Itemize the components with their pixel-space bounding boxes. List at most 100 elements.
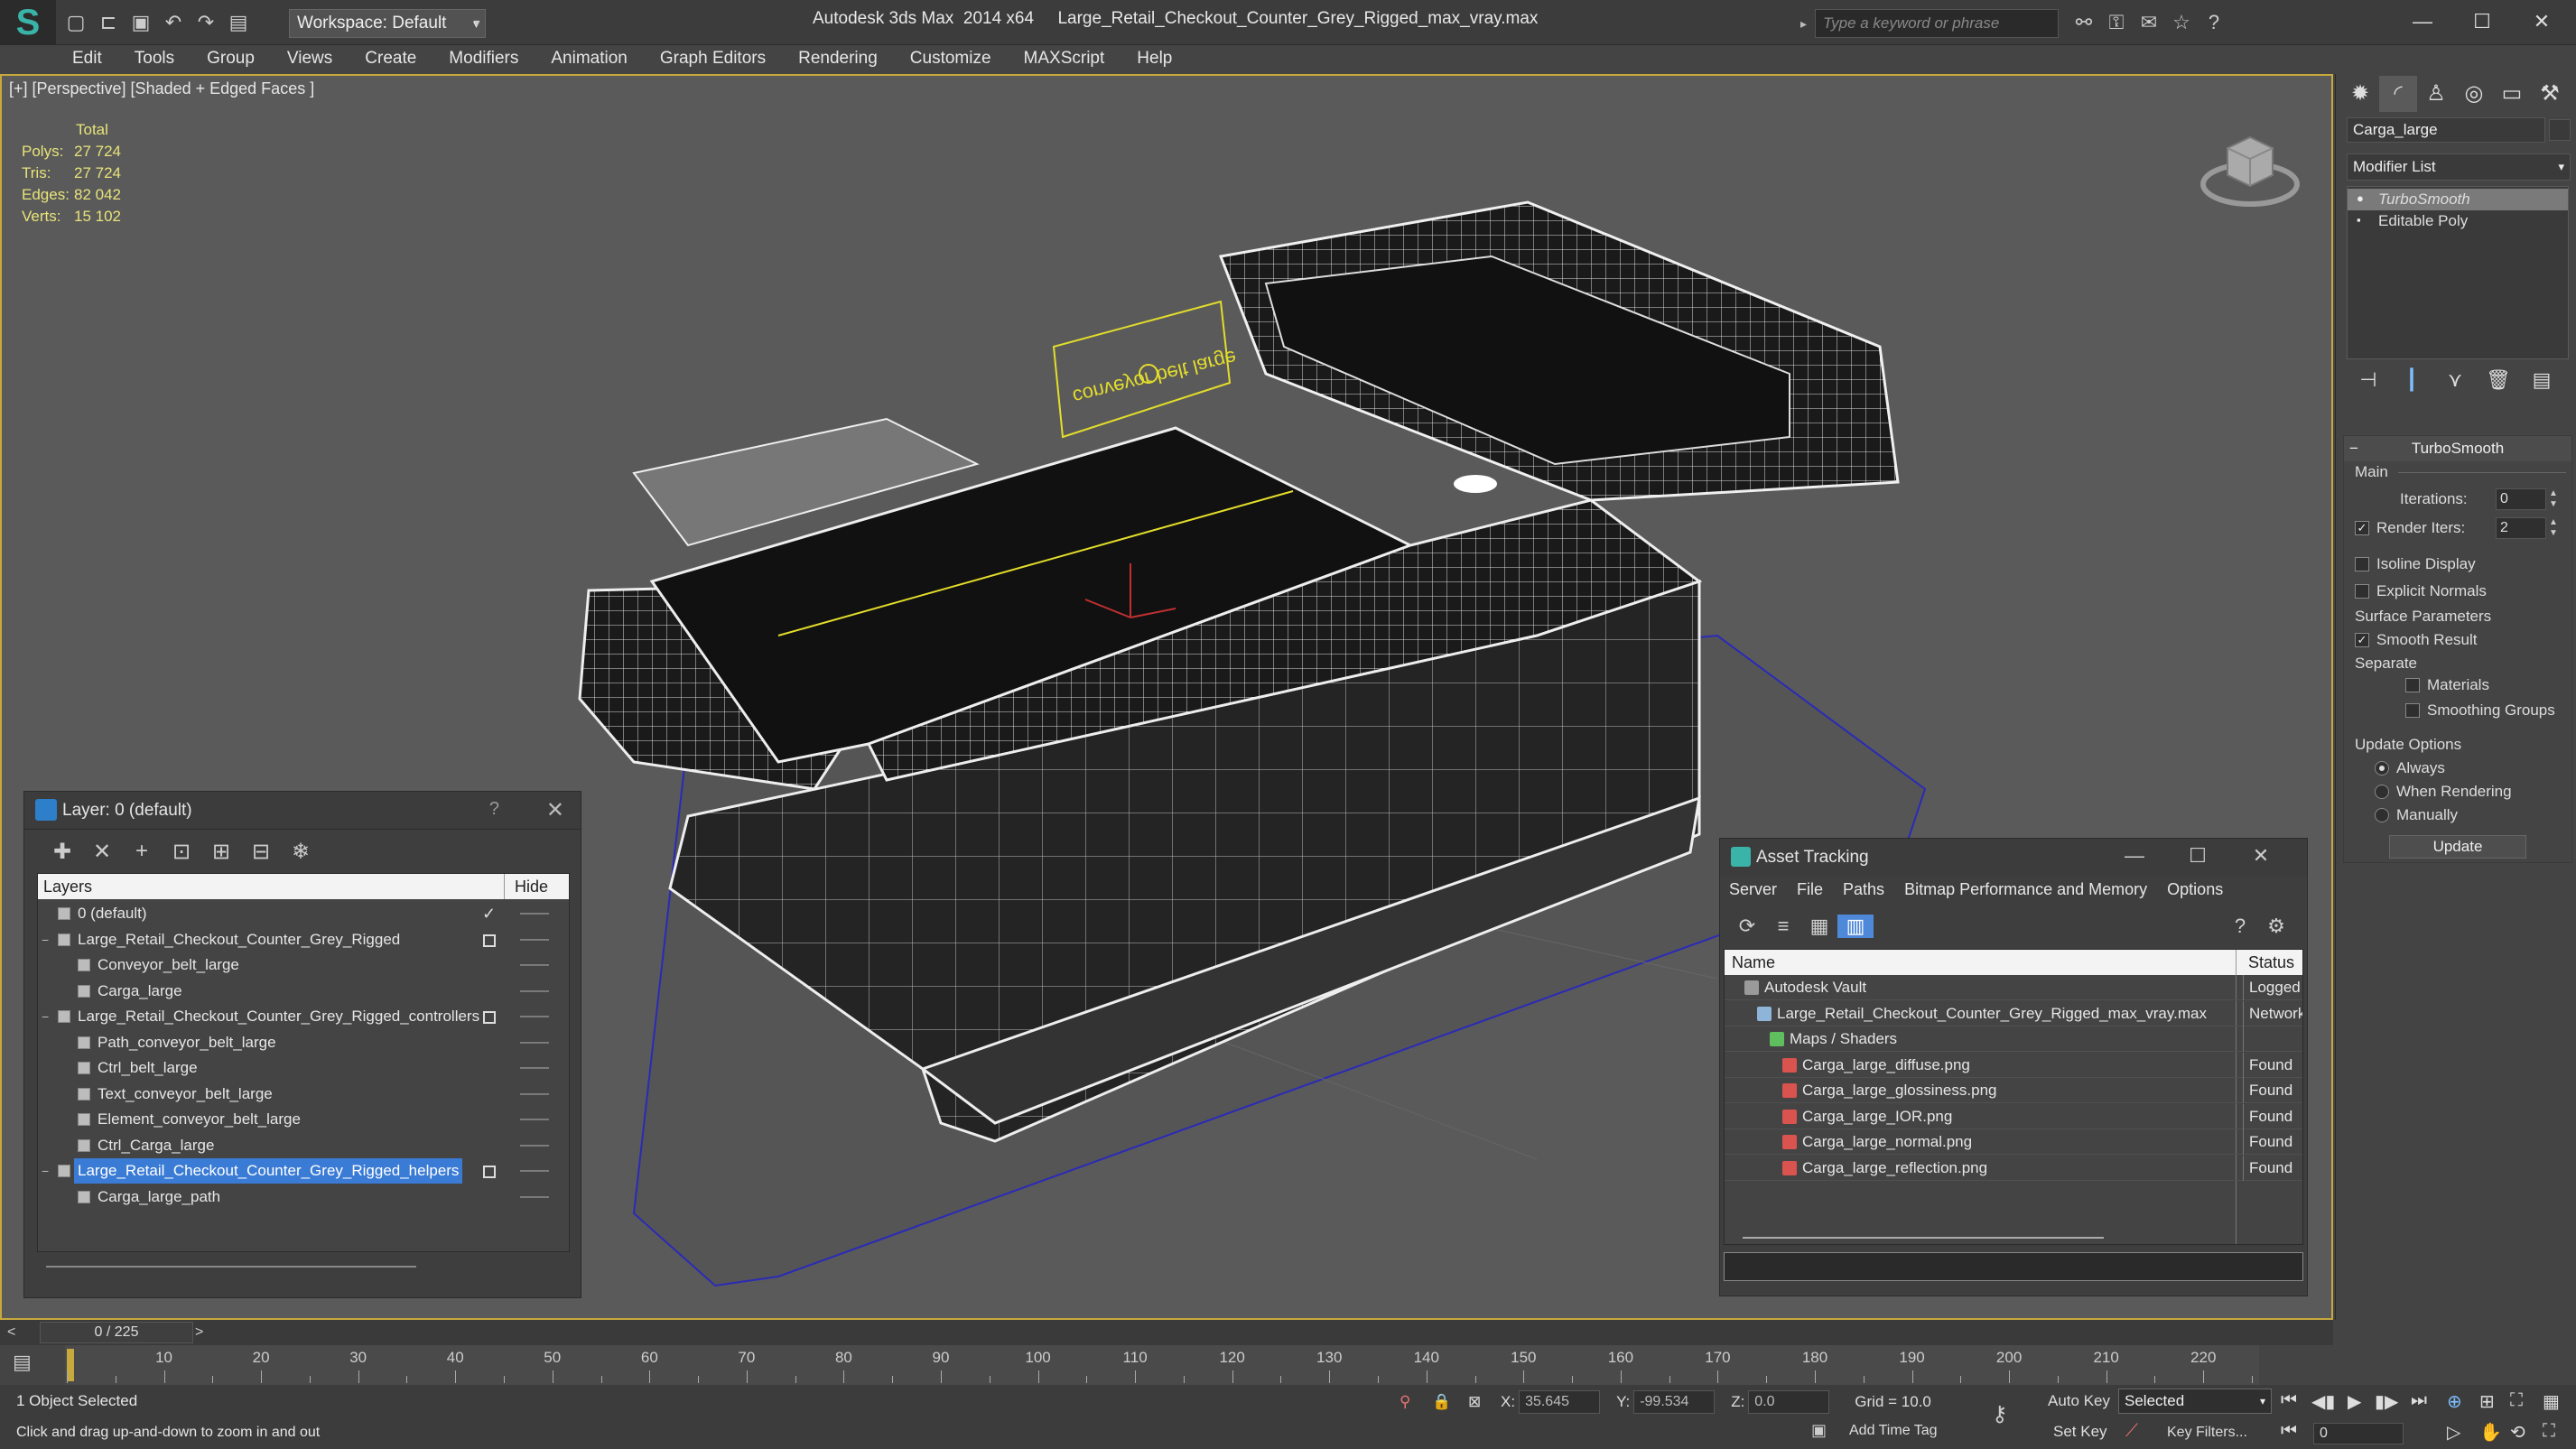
orbit-icon[interactable]: ⟲ xyxy=(2510,1421,2525,1444)
asset-row[interactable]: Carga_large_normal.png Found xyxy=(1725,1129,2302,1155)
zoom-icon[interactable]: ⊕ xyxy=(2447,1390,2462,1413)
expand-plus-icon[interactable]: ▪ xyxy=(2357,214,2369,227)
pin-stack-icon[interactable]: ⊣ xyxy=(2347,368,2390,392)
workspace-dropdown[interactable]: Workspace: Default ▾ xyxy=(289,9,486,38)
help-icon[interactable]: ? xyxy=(2200,9,2227,36)
render-iters-checkbox[interactable]: ✓ xyxy=(2355,521,2369,535)
rollout-title[interactable]: − TurboSmooth xyxy=(2344,436,2571,461)
layer-list-scrollbar[interactable] xyxy=(46,1266,416,1268)
time-slider-thumb[interactable]: 0 / 225 xyxy=(40,1322,193,1343)
utilities-tab-icon[interactable]: ⚒ xyxy=(2531,76,2569,112)
undo-icon[interactable]: ↶ xyxy=(160,9,187,36)
list-view-icon[interactable]: ≡ xyxy=(1765,915,1801,938)
iterations-spinner[interactable]: 0 xyxy=(2496,488,2546,510)
delete-layer-icon[interactable]: ✕ xyxy=(82,839,122,865)
hide-toggle[interactable]: —— xyxy=(520,1082,549,1107)
hide-toggle[interactable]: —— xyxy=(520,1133,549,1158)
y-coordinate-field[interactable]: -99.534 xyxy=(1633,1390,1716,1414)
key-filters-button[interactable]: Key Filters... xyxy=(2167,1425,2247,1441)
auto-key-button[interactable]: Auto Key xyxy=(2048,1392,2110,1410)
menu-views[interactable]: Views xyxy=(287,45,332,74)
hide-toggle[interactable]: —— xyxy=(520,1055,549,1081)
hide-toggle[interactable]: —— xyxy=(520,1004,549,1029)
stack-item-editable-poly[interactable]: ▪ Editable Poly xyxy=(2348,210,2568,232)
app-logo-icon[interactable]: S xyxy=(0,0,56,45)
customize-toolbar-icon[interactable]: ▾ xyxy=(468,9,486,38)
binoculars-icon[interactable]: ⚯ xyxy=(2070,9,2097,36)
display-tab-icon[interactable]: ▭ xyxy=(2493,76,2531,112)
favorites-star-icon[interactable]: ☆ xyxy=(2168,9,2195,36)
asset-row[interactable]: Carga_large_diffuse.png Found xyxy=(1725,1052,2302,1078)
update-button[interactable]: Update xyxy=(2389,835,2526,859)
hide-toggle[interactable]: —— xyxy=(520,901,549,926)
freeze-icon[interactable]: ❄ xyxy=(281,839,321,865)
layer-row[interactable]: Carga_large —— xyxy=(38,979,569,1004)
key-mode-icon[interactable]: ⏮ xyxy=(2281,1421,2297,1442)
motion-tab-icon[interactable]: ◎ xyxy=(2455,76,2493,112)
table-view-icon[interactable]: ▥ xyxy=(1837,915,1874,938)
menu-edit[interactable]: Edit xyxy=(72,45,102,74)
maximize-viewport-icon[interactable]: ⛶ xyxy=(2543,1421,2555,1442)
spinner-arrows-icon[interactable]: ▲ ▼ xyxy=(2548,488,2559,510)
menu-create[interactable]: Create xyxy=(365,45,416,74)
asset-path-field[interactable] xyxy=(1724,1252,2303,1281)
settings-icon[interactable]: ⚙ xyxy=(2258,915,2294,938)
menu-customize[interactable]: Customize xyxy=(910,45,991,74)
menu-rendering[interactable]: Rendering xyxy=(798,45,878,74)
layer-row[interactable]: 0 (default) ✓ —— xyxy=(38,901,569,926)
menu-paths[interactable]: Paths xyxy=(1843,880,1884,899)
isoline-checkbox[interactable] xyxy=(2355,557,2369,571)
previous-key-icon[interactable]: ◀▮ xyxy=(2311,1390,2335,1413)
absolute-mode-icon[interactable]: ⊠ xyxy=(1468,1393,1501,1411)
zoom-extents-all-icon[interactable]: ▦ xyxy=(2543,1390,2560,1413)
next-frame-button[interactable]: > xyxy=(195,1320,203,1345)
show-end-result-icon[interactable]: ┃ xyxy=(2390,368,2433,392)
thumbnail-view-icon[interactable]: ▦ xyxy=(1801,915,1837,938)
smooth-result-checkbox[interactable]: ✓ xyxy=(2355,633,2369,647)
object-name-input[interactable]: Carga_large xyxy=(2347,117,2545,143)
menu-modifiers[interactable]: Modifiers xyxy=(449,45,518,74)
create-tab-icon[interactable]: ✹ xyxy=(2341,76,2379,112)
menu-server[interactable]: Server xyxy=(1729,880,1777,899)
key-icon[interactable]: ⚷ xyxy=(1992,1401,2008,1427)
render-iters-spinner[interactable]: 2 xyxy=(2496,517,2546,539)
previous-frame-button[interactable]: < xyxy=(7,1320,15,1345)
make-unique-icon[interactable]: ⋎ xyxy=(2433,368,2477,392)
layer-window-titlebar[interactable]: Layer: 0 (default) ? ✕ xyxy=(24,792,581,830)
refresh-icon[interactable]: ⟳ xyxy=(1729,915,1765,938)
layer-row[interactable]: − Large_Retail_Checkout_Counter_Grey_Rigg… xyxy=(38,1158,569,1184)
col-hide[interactable]: Hide xyxy=(515,878,548,896)
menu-tools[interactable]: Tools xyxy=(135,45,174,74)
always-radio[interactable] xyxy=(2375,761,2389,776)
highlight-layer-icon[interactable]: ⊞ xyxy=(201,839,241,865)
time-tag-icon[interactable]: ▣ xyxy=(1811,1421,1827,1440)
mini-curve-editor-icon[interactable]: ▤ xyxy=(13,1351,43,1378)
col-name[interactable]: Name xyxy=(1732,953,1775,972)
viewport-label[interactable]: [+] [Perspective] [Shaded + Edged Faces … xyxy=(9,79,314,98)
collapse-icon[interactable]: − xyxy=(42,927,56,952)
asset-row[interactable]: Autodesk Vault Logged xyxy=(1725,975,2302,1000)
set-key-icon[interactable]: ⟋ xyxy=(2125,1421,2138,1442)
explicit-normals-checkbox[interactable] xyxy=(2355,584,2369,599)
layer-row[interactable]: − Large_Retail_Checkout_Counter_Grey_Rigg… xyxy=(38,1004,569,1029)
next-key-icon[interactable]: ▮▶ xyxy=(2375,1390,2398,1413)
search-input[interactable]: Type a keyword or phrase xyxy=(1815,9,2059,38)
menu-file[interactable]: File xyxy=(1797,880,1823,899)
playhead[interactable] xyxy=(67,1349,74,1381)
time-slider[interactable]: < 0 / 225 > xyxy=(0,1320,2333,1345)
search-expand-icon[interactable]: ▸ xyxy=(1800,9,1815,38)
layer-row[interactable]: − Large_Retail_Checkout_Counter_Grey_Rigg… xyxy=(38,927,569,952)
asset-row[interactable]: Carga_large_IOR.png Found xyxy=(1725,1103,2302,1129)
hierarchy-tab-icon[interactable]: ♙ xyxy=(2417,76,2455,112)
materials-checkbox[interactable] xyxy=(2405,678,2420,692)
layer-row[interactable]: Ctrl_belt_large —— xyxy=(38,1055,569,1081)
configure-sets-icon[interactable]: ▤ xyxy=(2520,368,2563,392)
set-key-button[interactable]: Set Key xyxy=(2053,1423,2107,1441)
hide-toggle[interactable]: —— xyxy=(520,927,549,952)
menu-graph-editors[interactable]: Graph Editors xyxy=(660,45,766,74)
layer-row[interactable]: Conveyor_belt_large —— xyxy=(38,952,569,978)
hide-toggle[interactable]: —— xyxy=(520,979,549,1004)
asset-row[interactable]: Large_Retail_Checkout_Counter_Grey_Rigge… xyxy=(1725,1000,2302,1026)
hide-toggle[interactable]: —— xyxy=(520,952,549,978)
x-coordinate-field[interactable]: 35.645 xyxy=(1519,1390,1601,1414)
